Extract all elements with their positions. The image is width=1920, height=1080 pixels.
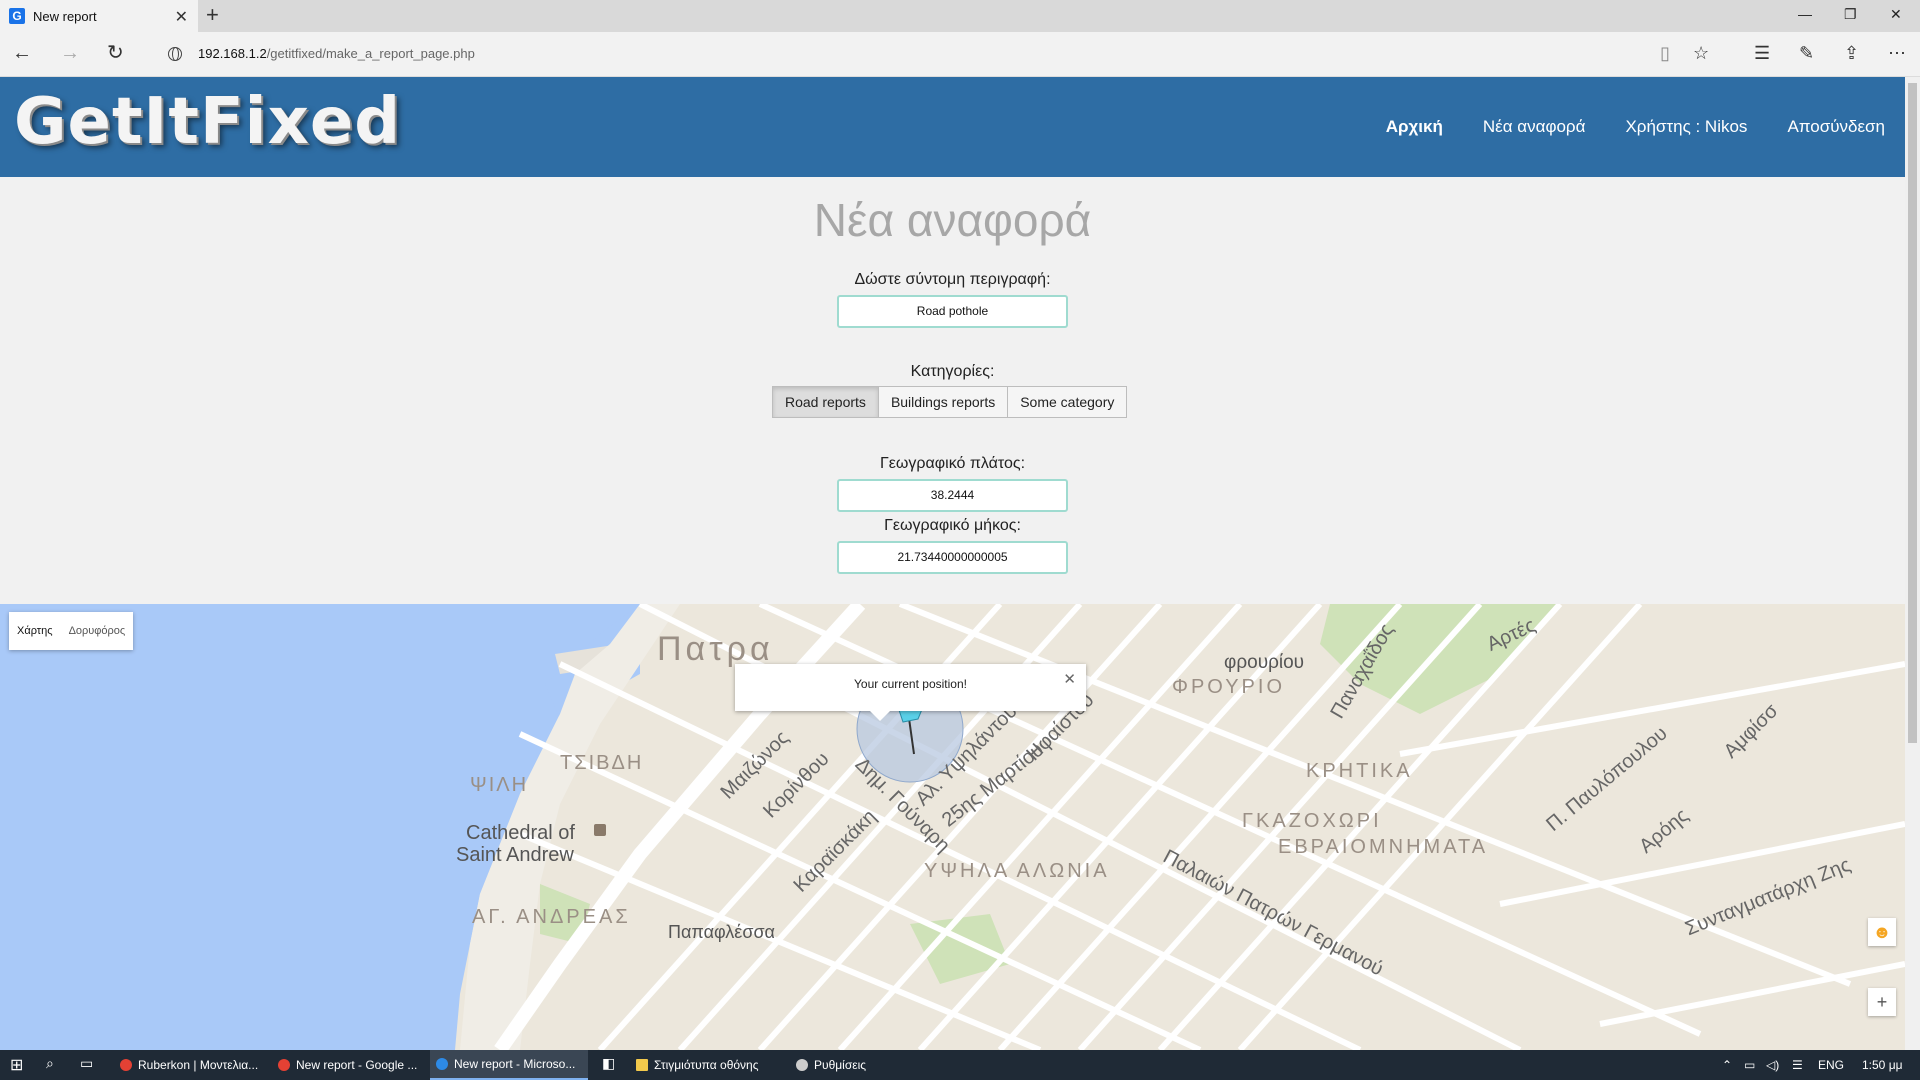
latitude-input[interactable]: 38.2444 [837,479,1068,512]
more-icon[interactable]: ⋯ [1888,43,1906,63]
app-icon[interactable]: ◧ [602,1055,615,1072]
windows-start-icon[interactable]: ⊞ [10,1055,23,1075]
taskbar-item-settings[interactable]: Ρυθμίσεις [790,1050,942,1080]
taskbar-item-label: New report - Google ... [296,1058,418,1072]
url-field[interactable]: 192.168.1.2/getitfixed/make_a_report_pag… [168,46,475,61]
map-label-tsivdi: ΤΣΙΒΔΗ [560,752,644,774]
description-label: Δώστε σύντομη περιγραφή: [854,271,1051,288]
zoom-in-button[interactable]: + [1868,988,1896,1016]
url-path: /getitfixed/make_a_report_page.php [266,46,475,61]
map-label-psila-alonia: ΥΨΗΛΑ ΑΛΩΝΙΑ [924,860,1110,882]
longitude-input[interactable]: 21.73440000000005 [837,541,1068,574]
task-view-icon[interactable]: ▭ [80,1055,93,1072]
taskbar-item-chrome-new-report[interactable]: New report - Google ... [272,1050,424,1080]
language-indicator[interactable]: ENG [1818,1058,1844,1072]
map-label-kritika: ΚΡΗΤΙΚΑ [1306,760,1413,782]
windows-taskbar: ⊞ ⌕ ▭ Ruberkon | Μοντελια... New report … [0,1050,1920,1080]
forward-icon[interactable]: → [60,42,80,64]
browser-tab-bar: G New report ✕ + — ❐ ✕ [0,0,1920,32]
taskbar-item-label: New report - Microso... [454,1057,576,1071]
taskbar-item-edge-new-report[interactable]: New report - Microso... [430,1050,588,1080]
map-label-evraiomnimata: ΕΒΡΑΙΟΜΝΗΜΑΤΑ [1278,836,1489,858]
page-title: Νέα αναφορά [813,194,1092,246]
site-logo[interactable]: GetItFixed [14,85,401,159]
info-window-text: Your current position! [854,677,967,691]
street-view-pegman-icon[interactable]: ☻ [1868,918,1896,946]
web-note-icon[interactable]: ✎ [1799,43,1814,63]
notification-icon[interactable]: ☰ [1792,1058,1803,1072]
minimize-icon[interactable]: — [1798,6,1812,22]
category-buildings-reports-button[interactable]: Buildings reports [877,386,1009,418]
site-header: GetItFixed Αρχική Νέα αναφορά Χρήστης : … [0,77,1905,177]
nav-logout[interactable]: Αποσύνδεση [1787,117,1885,137]
category-road-reports-button[interactable]: Road reports [772,386,879,418]
volume-icon[interactable]: ◁) [1766,1058,1779,1072]
map-label-gkazochori: ΓΚΑΖΟΧΩΡΙ [1242,810,1382,832]
map-type-satellite-button[interactable]: Δορυφόρος [61,612,134,650]
refresh-icon[interactable]: ↻ [107,42,124,64]
map-label-cathedral-1: Cathedral of [466,822,575,844]
map-type-map-button[interactable]: Χάρτης [9,612,61,650]
nav-user[interactable]: Χρήστης : Nikos [1625,117,1747,137]
longitude-label: Γεωγραφικό μήκος: [884,517,1021,534]
search-icon[interactable]: ⌕ [46,1055,54,1072]
browser-tab[interactable]: G New report ✕ [0,0,198,32]
nav-home[interactable]: Αρχική [1386,117,1443,137]
taskbar-item-screenshots[interactable]: Στιγμιότυπα οθόνης [630,1050,782,1080]
map-type-control: Χάρτης Δορυφόρος [9,612,134,650]
favorite-star-icon[interactable]: ☆ [1693,43,1709,63]
scrollbar-thumb[interactable] [1908,83,1917,743]
map-info-window: Your current position! ✕ [735,664,1086,721]
url-host: 192.168.1.2 [198,46,267,61]
tab-close-icon[interactable]: ✕ [175,7,188,27]
map-label-psili: ΨΙΛΗ [470,774,529,796]
clock[interactable]: 1:50 μμ [1862,1058,1903,1072]
map-label-cathedral-2: Saint Andrew [456,844,574,866]
categories-label: Κατηγορίες: [910,363,995,380]
map-label-fourio: ΦΡΟΥΡΙΟ [1172,676,1286,698]
nav-new-report[interactable]: Νέα αναφορά [1483,117,1586,137]
tab-title: New report [33,8,97,24]
tray-chevron-icon[interactable]: ⌃ [1722,1058,1732,1072]
globe-icon [168,46,182,61]
share-icon[interactable]: ⇪ [1844,43,1859,63]
window-close-icon[interactable]: ✕ [1890,6,1902,23]
address-bar: ← → ↻ 192.168.1.2/getitfixed/make_a_repo… [0,32,1920,77]
taskbar-item-label: Ρυθμίσεις [814,1058,867,1072]
network-icon[interactable]: ▭ [1744,1058,1755,1072]
web-page: GetItFixed Αρχική Νέα αναφορά Χρήστης : … [0,77,1905,1050]
description-input[interactable]: Road pothole [837,295,1068,328]
back-icon[interactable]: ← [12,42,32,64]
hub-icon[interactable]: ☰ [1754,43,1770,63]
map-label-papaflessa: Παπαφλέσσα [668,922,775,942]
info-window-close-icon[interactable]: ✕ [1063,660,1076,700]
taskbar-item-label: Στιγμιότυπα οθόνης [654,1058,759,1072]
new-tab-button[interactable]: + [206,4,219,26]
category-button-group: Road reports Buildings reports Some cate… [772,386,1128,418]
map-label-ag-andreas: ΑΓ. ΑΝΔΡΕΑΣ [472,906,631,928]
map-label-fourio-street: φρουρίου [1224,652,1305,673]
gear-icon [796,1059,808,1071]
category-some-category-button[interactable]: Some category [1007,386,1128,418]
restore-icon[interactable]: ❐ [1844,6,1857,23]
chrome-icon [120,1059,132,1071]
taskbar-item-label: Ruberkon | Μοντελια... [138,1058,259,1072]
edge-icon [436,1058,448,1070]
google-map[interactable]: Χάρτης Δορυφόρος Πατρα ΤΣΙΒΔΗ ΨΙΛΗ Cathe… [0,604,1905,1050]
taskbar-item-ruberkon[interactable]: Ruberkon | Μοντελια... [114,1050,266,1080]
main-nav: Αρχική Νέα αναφορά Χρήστης : Nikos Αποσύ… [1386,117,1885,137]
latitude-label: Γεωγραφικό πλάτος: [879,455,1026,472]
reading-view-icon[interactable]: ▯ [1660,43,1670,63]
chrome-icon [278,1059,290,1071]
page-scrollbar[interactable] [1905,77,1920,1050]
folder-icon [636,1059,648,1071]
site-favicon-icon: G [9,8,25,24]
